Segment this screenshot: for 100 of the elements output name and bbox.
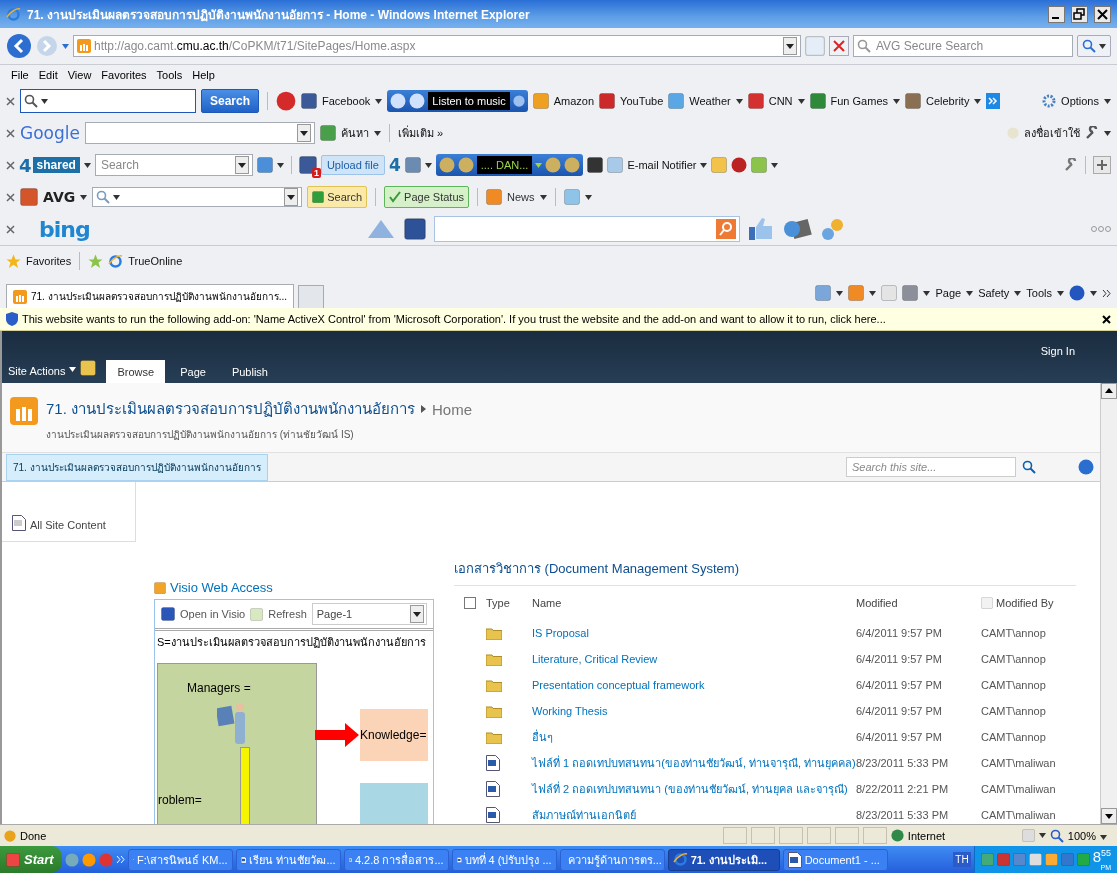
restore-button[interactable] xyxy=(1071,5,1088,23)
ribbon-tab[interactable]: Browse xyxy=(106,360,166,383)
address-field[interactable]: http://ago.camt.cmu.ac.th/CoPKM/t71/SitePages/Home.aspx xyxy=(73,35,801,57)
caret-icon[interactable] xyxy=(1090,290,1097,296)
taskbar-button[interactable]: ความรู้ด้านการตร... xyxy=(559,848,665,871)
caret-icon[interactable] xyxy=(276,162,284,168)
refresh-button[interactable]: Refresh xyxy=(268,608,307,620)
search-icon[interactable] xyxy=(1082,39,1096,53)
open-in-visio-button[interactable]: Open in Visio xyxy=(180,608,246,620)
caret-icon[interactable] xyxy=(83,162,91,168)
caret-icon[interactable] xyxy=(41,98,48,104)
menu-item[interactable]: File xyxy=(6,69,34,81)
file-link[interactable]: สัมภาษณ์ท่านเอกนิตย์ xyxy=(532,802,856,824)
menu-item[interactable]: Edit xyxy=(33,69,63,81)
favorite-link[interactable]: TrueOnline xyxy=(128,255,183,267)
file-link[interactable]: ไฟล์ที่ 2 ถอดเทปบทสนทนา (ของท่านชัยวัฒน์, ท่านยุคล และจารุณี) xyxy=(532,776,856,802)
column-header[interactable]: Type xyxy=(486,586,532,620)
column-header[interactable]: Modified By xyxy=(996,597,1054,609)
add-icon[interactable] xyxy=(1093,156,1111,174)
toolbar-link[interactable]: Weather xyxy=(689,95,731,107)
caret-icon[interactable] xyxy=(1104,130,1111,136)
web-part-title[interactable]: เอกสารวิชาการ (Document Management System) xyxy=(454,558,1076,586)
web-part-title[interactable]: Visio Web Access xyxy=(170,580,273,595)
news-link[interactable]: News xyxy=(507,191,535,203)
column-header[interactable]: Modified xyxy=(856,586,981,620)
more-link[interactable]: เพิ่มเติม » xyxy=(397,124,444,142)
caret-icon[interactable] xyxy=(584,194,592,200)
caret-icon[interactable] xyxy=(974,98,982,104)
nav-link[interactable]: 71. งานประเมินผลตรวจสอบการปฏิบัติงานพนักงานอัยการ xyxy=(6,453,268,481)
caret-icon[interactable] xyxy=(373,130,381,136)
command-menu[interactable]: Tools xyxy=(1026,287,1052,299)
caret-icon[interactable] xyxy=(893,98,900,104)
caret-icon[interactable] xyxy=(1100,834,1107,840)
toolbar-link[interactable]: Facebook xyxy=(322,95,371,107)
toolbar-link[interactable]: CNN xyxy=(768,95,793,107)
search-icon[interactable] xyxy=(1049,828,1064,843)
email-notifier-link[interactable]: E-mail Notifier xyxy=(627,159,697,171)
dropdown-button[interactable] xyxy=(296,124,311,142)
toolbar-link[interactable]: YouTube xyxy=(620,95,664,107)
caret-icon[interactable] xyxy=(375,98,383,104)
caret-icon[interactable] xyxy=(1104,98,1111,104)
search-input[interactable]: AVG Secure Search xyxy=(874,38,1069,54)
taskbar-button[interactable]: บทที่ 4 (ปรับปรุง ... xyxy=(451,848,557,871)
stop-button[interactable] xyxy=(829,36,849,56)
music-player[interactable]: .... DAN... xyxy=(435,154,584,176)
ribbon-tab[interactable]: Page xyxy=(169,360,217,383)
command-menu[interactable]: Safety xyxy=(978,287,1010,299)
close-icon[interactable] xyxy=(1102,314,1111,324)
file-link[interactable]: Literature, Critical Review xyxy=(532,646,856,672)
upload-file-button[interactable]: Upload file xyxy=(320,155,385,175)
wrench-icon[interactable] xyxy=(1085,126,1099,140)
search-icon[interactable] xyxy=(24,94,38,108)
caret-icon[interactable] xyxy=(797,98,805,104)
caret-icon[interactable] xyxy=(869,290,877,296)
quick-launch-link[interactable]: All Site Content xyxy=(30,519,106,531)
gear-icon[interactable] xyxy=(1042,94,1057,108)
menu-item[interactable]: View xyxy=(62,69,97,81)
caret-icon[interactable] xyxy=(1014,290,1022,296)
sign-in-link[interactable]: ลงชื่อเข้าใช้ xyxy=(1024,124,1080,142)
caret-icon[interactable] xyxy=(700,162,708,168)
search-button[interactable]: ค้นหา xyxy=(340,124,369,142)
taskbar-button[interactable]: เรียน ท่านชัยวัฒ... xyxy=(235,848,341,871)
caret-icon[interactable] xyxy=(735,98,743,104)
file-link[interactable]: ไฟล์ที่ 1 ถอดเทปบทสนทนา(ของท่านชัยวัฒน์, ท่านจารุณี, ท่านยุคคล) xyxy=(532,750,856,776)
site-actions-menu[interactable]: Site Actions xyxy=(8,365,66,383)
music-player[interactable]: Listen to music xyxy=(387,90,528,112)
menu-item[interactable]: Favorites xyxy=(96,69,152,81)
menu-item[interactable]: Tools xyxy=(151,69,188,81)
start-button[interactable]: Start xyxy=(0,846,62,873)
taskbar-button[interactable]: 4.2.8 การสื่อสาร... xyxy=(343,848,449,871)
select-all-checkbox[interactable] xyxy=(464,597,476,609)
back-button[interactable] xyxy=(6,33,32,59)
search-field[interactable]: Search xyxy=(94,154,253,176)
dropdown-button[interactable] xyxy=(410,605,424,623)
command-menu[interactable]: Page xyxy=(935,287,962,299)
caret-icon[interactable] xyxy=(424,162,432,168)
favorites-button[interactable]: Favorites xyxy=(26,255,72,267)
language-indicator[interactable]: TH xyxy=(953,852,971,867)
caret-icon[interactable] xyxy=(836,290,844,296)
browser-tab[interactable]: 71. งานประเมินผลตรวจสอบการปฏิบัติงานพนักงานอัยการ... xyxy=(6,284,294,308)
search-field[interactable] xyxy=(20,89,196,113)
menu-item[interactable]: Help xyxy=(187,69,220,81)
search-field[interactable] xyxy=(84,122,315,144)
toolbar-link[interactable]: Celebrity xyxy=(926,95,970,107)
caret-icon[interactable] xyxy=(80,194,88,200)
search-button[interactable] xyxy=(715,219,736,239)
page-status-button[interactable]: Page Status xyxy=(384,186,469,208)
caret-icon[interactable] xyxy=(966,290,974,296)
caret-icon[interactable] xyxy=(69,367,77,372)
search-input[interactable]: Search xyxy=(98,157,232,173)
file-link[interactable]: Presentation conceptual framework xyxy=(532,672,856,698)
taskbar-button[interactable]: Document1 - ... xyxy=(782,848,888,871)
search-field[interactable] xyxy=(433,216,740,242)
caret-icon[interactable] xyxy=(771,162,779,168)
taskbar-button[interactable]: 71. งานประเมิ... xyxy=(667,848,780,871)
star-icon[interactable] xyxy=(6,253,21,269)
4shared-app-icon[interactable]: 4 xyxy=(388,155,401,175)
site-title[interactable]: 71. งานประเมินผลตรวจสอบการปฏิบัติงานพนักงานอัยการ xyxy=(46,397,416,421)
search-field[interactable] xyxy=(92,187,303,207)
scrollbar[interactable] xyxy=(1100,383,1117,824)
